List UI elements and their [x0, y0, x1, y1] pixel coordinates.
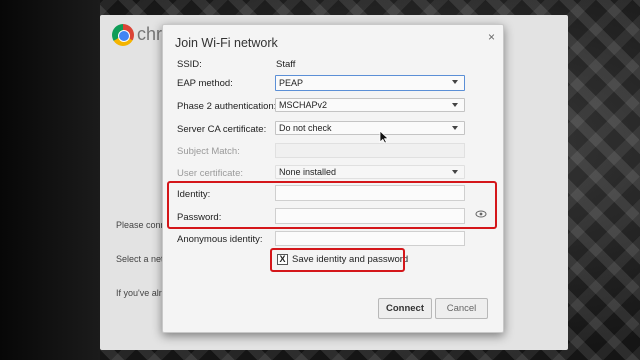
cancel-button[interactable]: Cancel — [435, 298, 488, 319]
phase2-auth-value: MSCHAPv2 — [279, 100, 328, 110]
left-shadow — [0, 0, 100, 360]
password-label: Password: — [177, 212, 222, 223]
connect-button[interactable]: Connect — [378, 298, 432, 319]
dialog-title: Join Wi-Fi network — [175, 36, 278, 50]
user-certificate-value: None installed — [279, 167, 337, 177]
dropdown-arrow-icon — [452, 80, 458, 84]
eap-method-label: EAP method: — [177, 78, 233, 89]
chrome-logo-icon — [112, 24, 134, 46]
ssid-value: Staff — [276, 59, 296, 70]
show-password-eye-icon[interactable] — [475, 209, 487, 222]
server-ca-select[interactable]: Do not check — [275, 121, 465, 135]
identity-input[interactable] — [275, 185, 465, 201]
save-credentials-label[interactable]: Save identity and password — [292, 254, 408, 265]
phase2-auth-label: Phase 2 authentication: — [177, 101, 277, 112]
oobe-text-3: If you've alre — [116, 288, 167, 298]
oobe-text-1: Please conn — [116, 220, 166, 230]
join-wifi-dialog: Join Wi-Fi network × SSID: Staff EAP met… — [162, 24, 504, 333]
subject-match-label: Subject Match: — [177, 146, 240, 157]
server-ca-value: Do not check — [279, 123, 332, 133]
dropdown-arrow-icon — [452, 103, 458, 107]
phase2-auth-select[interactable]: MSCHAPv2 — [275, 98, 465, 112]
password-input[interactable] — [275, 208, 465, 224]
user-certificate-label: User certificate: — [177, 168, 243, 179]
dropdown-arrow-icon — [452, 126, 458, 130]
identity-label: Identity: — [177, 189, 211, 200]
brand-text: chr — [137, 24, 163, 44]
anonymous-identity-input[interactable] — [275, 231, 465, 246]
close-icon[interactable]: × — [488, 31, 495, 43]
server-ca-label: Server CA certificate: — [177, 124, 267, 135]
user-certificate-select[interactable]: None installed — [275, 165, 465, 179]
subject-match-input[interactable] — [275, 143, 465, 158]
ssid-label: SSID: — [177, 59, 202, 70]
anonymous-identity-label: Anonymous identity: — [177, 234, 263, 245]
dropdown-arrow-icon — [452, 170, 458, 174]
eap-method-value: PEAP — [279, 78, 304, 88]
save-credentials-checkbox[interactable]: X — [277, 254, 288, 265]
eap-method-select[interactable]: PEAP — [275, 75, 465, 91]
